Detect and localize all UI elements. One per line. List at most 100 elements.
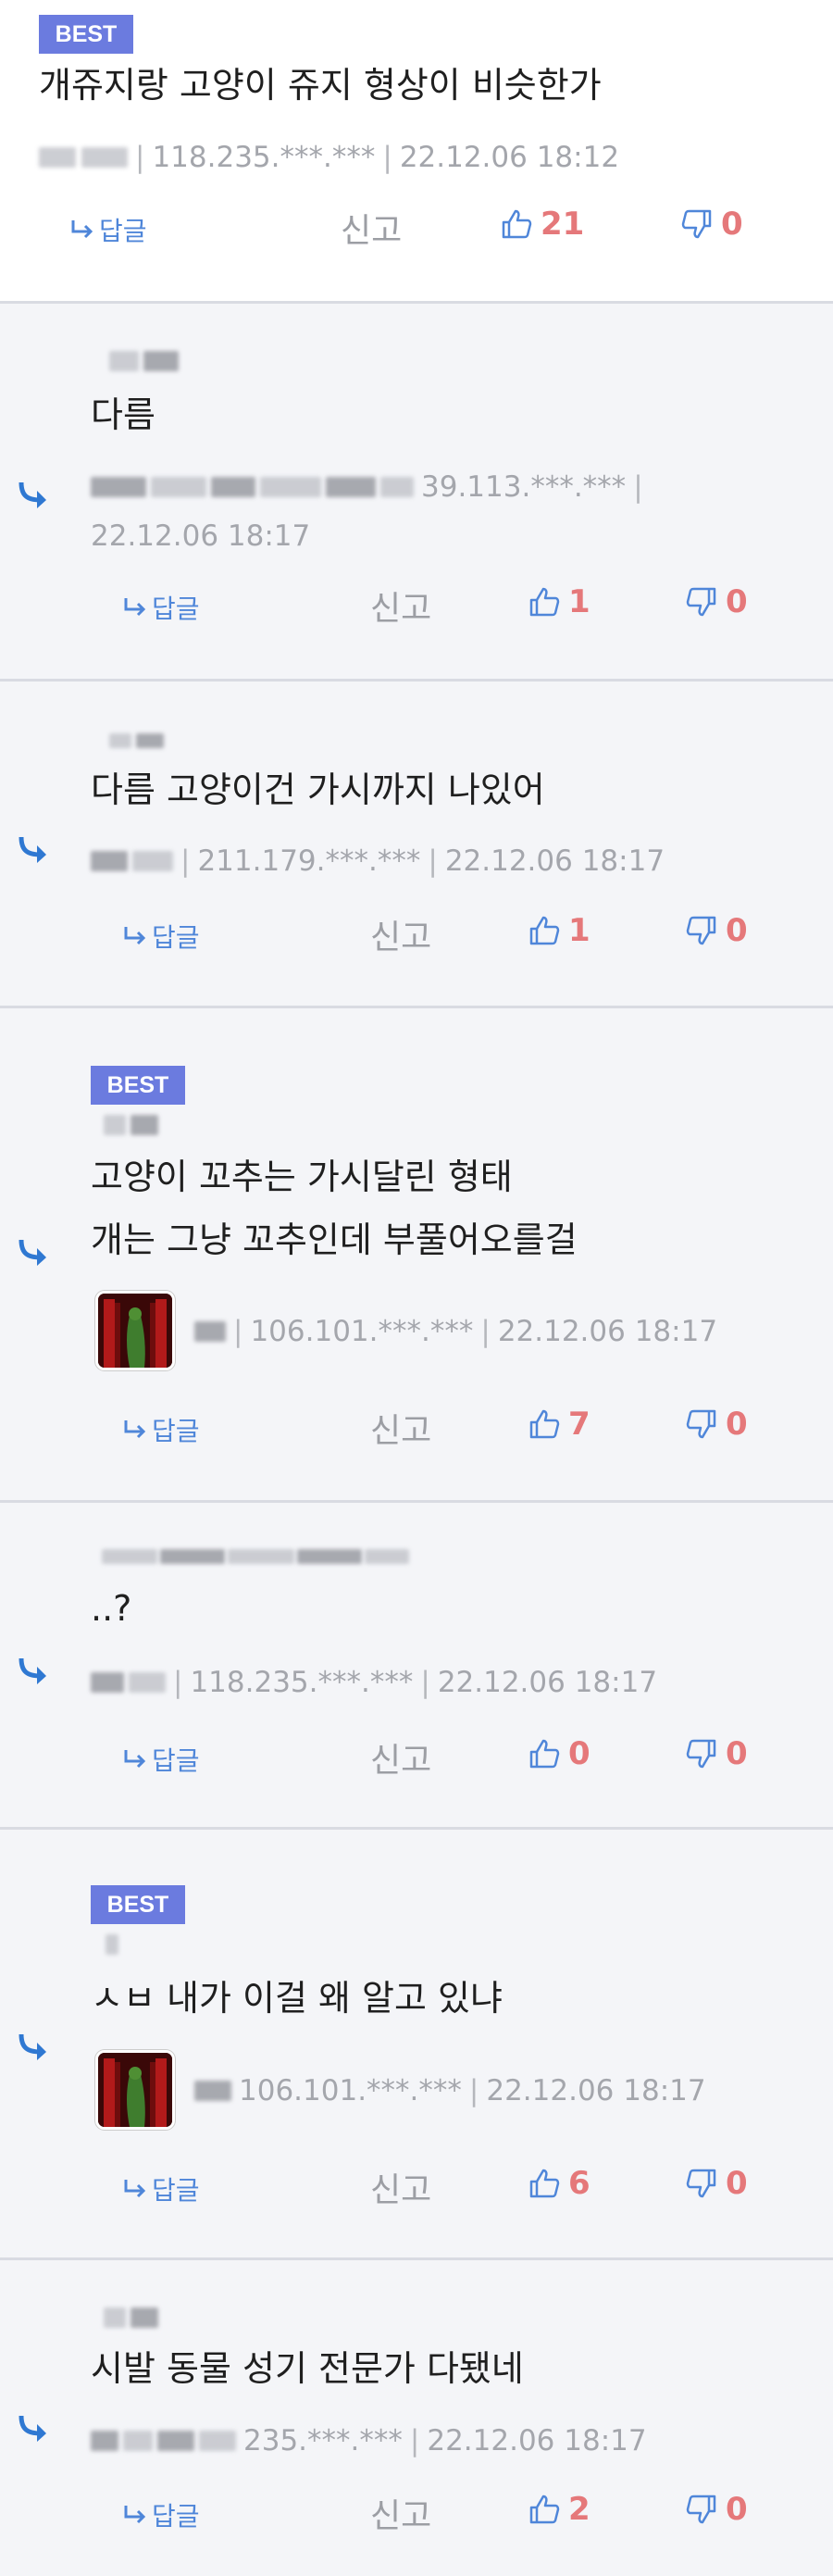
upvote-count: 21 (541, 206, 585, 243)
reply-button[interactable]: 답글 (122, 2496, 200, 2533)
thumbs-up-icon (528, 914, 561, 947)
reply-arrow-icon (17, 1656, 52, 1687)
thumbs-up-icon (528, 2167, 561, 2200)
reply-button[interactable]: 답글 (122, 918, 200, 955)
reply-button[interactable]: 답글 (122, 2170, 200, 2207)
thumbs-up-icon (528, 1737, 561, 1770)
best-badge: BEST (91, 1066, 185, 1105)
downvote-count: 0 (726, 1735, 748, 1772)
comment-meta: 39.113.***.*** | (91, 470, 643, 504)
ip-address: 106.101.***.*** (239, 2074, 462, 2107)
downvote-button[interactable]: 0 (685, 2165, 748, 2202)
report-button[interactable]: 신고 (370, 581, 431, 630)
report-button[interactable]: 신고 (370, 1733, 431, 1782)
ip-address: 118.235.***.*** (190, 1666, 414, 1699)
downvote-count: 0 (726, 912, 748, 949)
thumbs-down-icon (685, 2167, 718, 2200)
report-button[interactable]: 신고 (370, 2489, 431, 2537)
comment-date: 22.12.06 18:12 (399, 141, 620, 174)
comment-text: ..? (91, 1588, 132, 1629)
report-button[interactable]: 신고 (370, 2163, 431, 2211)
upvote-count: 7 (568, 1406, 591, 1443)
comment-meta: 235.***.*** | 22.12.06 18:17 (91, 2424, 647, 2457)
comment-meta: 106.101.***.*** | 22.12.06 18:17 (194, 2074, 706, 2107)
author-name (91, 1672, 166, 1693)
comment-date: 22.12.06 18:17 (486, 2074, 706, 2107)
thumbs-up-icon (528, 2493, 561, 2526)
reply-arrow-icon (122, 1419, 148, 1441)
comment-date: 22.12.06 18:17 (444, 844, 665, 878)
reply-arrow-icon (17, 480, 52, 511)
author-name (91, 2431, 236, 2451)
downvote-count: 0 (721, 206, 743, 243)
downvote-button[interactable]: 0 (685, 2491, 748, 2528)
thumbs-up-icon (500, 207, 533, 241)
thumbs-down-icon (685, 2493, 718, 2526)
reply-comment-item: ..? | 118.235.***.*** | 22.12.06 18:17 답… (0, 1500, 833, 1827)
report-button[interactable]: 신고 (370, 910, 431, 958)
reply-button[interactable]: 답글 (122, 1741, 200, 1778)
reply-comment-item: 다름 39.113.***.*** | 22.12.06 18:17 답글 신고… (0, 301, 833, 679)
upvote-button[interactable]: 2 (528, 2491, 591, 2528)
reply-comment-item: 다름 고양이건 가시까지 나있어 | 211.179.***.*** | 22.… (0, 679, 833, 1006)
comment-text: 고양이 꼬추는 가시달린 형태 (91, 1157, 513, 1197)
downvote-button[interactable]: 0 (685, 912, 748, 949)
upvote-count: 6 (568, 2165, 591, 2202)
thumbs-down-icon (685, 1737, 718, 1770)
best-badge: BEST (91, 1885, 185, 1924)
comment-date: 22.12.06 18:17 (497, 1315, 718, 1348)
reply-button[interactable]: 답글 (69, 211, 147, 248)
thumbs-down-icon (685, 1407, 718, 1441)
upvote-button[interactable]: 6 (528, 2165, 591, 2202)
downvote-button[interactable]: 0 (680, 206, 743, 243)
reply-button[interactable]: 답글 (122, 1411, 200, 1448)
upvote-button[interactable]: 21 (500, 206, 584, 243)
report-button[interactable]: 신고 (370, 1404, 431, 1452)
downvote-button[interactable]: 0 (685, 583, 748, 620)
upvote-button[interactable]: 1 (528, 912, 591, 949)
ip-address: 39.113.***.*** (421, 470, 627, 504)
ip-address: 118.235.***.*** (152, 141, 376, 174)
upvote-count: 1 (568, 912, 591, 949)
comment-text: 다름 고양이건 가시까지 나있어 (91, 769, 545, 810)
reply-arrow-icon (17, 834, 52, 866)
reply-arrow-icon (69, 219, 95, 241)
upvote-button[interactable]: 0 (528, 1735, 591, 1772)
downvote-button[interactable]: 0 (685, 1735, 748, 1772)
avatar[interactable] (95, 1291, 175, 1370)
downvote-count: 0 (726, 2165, 748, 2202)
reply-arrow-icon (122, 2504, 148, 2526)
upvote-button[interactable]: 1 (528, 583, 591, 620)
comment-meta: | 106.101.***.*** | 22.12.06 18:17 (194, 1315, 717, 1348)
avatar[interactable] (95, 2050, 175, 2130)
author-name (104, 1112, 158, 1138)
author-name (194, 1321, 226, 1342)
comment-text-line-2: 개는 그냥 꼬추인데 부풀어오를걸 (91, 1219, 578, 1260)
upvote-button[interactable]: 7 (528, 1406, 591, 1443)
ip-address: 106.101.***.*** (250, 1315, 474, 1348)
reply-arrow-icon (122, 925, 148, 947)
thumbs-down-icon (680, 207, 714, 241)
reply-arrow-icon (122, 2178, 148, 2200)
comment-date: 22.12.06 18:17 (91, 519, 311, 553)
upvote-count: 2 (568, 2491, 591, 2528)
ip-address: 235.***.*** (243, 2424, 403, 2457)
author-name (91, 477, 414, 497)
downvote-button[interactable]: 0 (685, 1406, 748, 1443)
author-name (104, 2305, 158, 2331)
reply-arrow-icon (122, 596, 148, 619)
downvote-count: 0 (726, 583, 748, 620)
comment-text: 시발 동물 성기 전문가 다됐네 (91, 2348, 524, 2389)
comment-text: ㅅㅂ 내가 이걸 왜 알고 있냐 (91, 1978, 503, 2019)
author-name (102, 1544, 409, 1569)
downvote-count: 0 (726, 1406, 748, 1443)
reply-comment-item: 시발 동물 성기 전문가 다됐네 235.***.*** | 22.12.06 … (0, 2257, 833, 2576)
report-button[interactable]: 신고 (341, 204, 402, 252)
reply-button[interactable]: 답글 (122, 589, 200, 626)
thumbs-up-icon (528, 1407, 561, 1441)
reply-arrow-icon (17, 1237, 52, 1269)
comment-meta: | 211.179.***.*** | 22.12.06 18:17 (91, 844, 665, 878)
thumbs-down-icon (685, 585, 718, 619)
reply-comment-item: BEST ㅅㅂ 내가 이걸 왜 알고 있냐 106.101.***.*** | … (0, 1827, 833, 2257)
reply-arrow-icon (122, 1748, 148, 1770)
